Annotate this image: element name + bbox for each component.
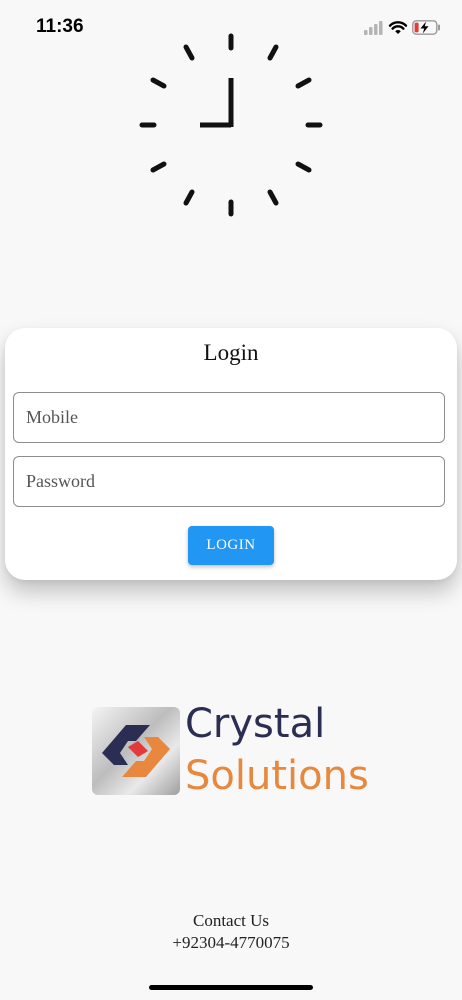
login-card: Login LOGIN <box>5 328 457 580</box>
password-input[interactable] <box>14 457 444 506</box>
contact-label: Contact Us <box>192 911 270 930</box>
status-icons <box>364 18 444 38</box>
contact-phone[interactable]: +92304-4770075 <box>0 932 462 954</box>
login-screen: 11:36 Login Mobile LOGIN Crystal Solutio… <box>0 0 462 1000</box>
logo-text-solutions: Solutions <box>185 753 369 799</box>
mobile-input[interactable] <box>14 393 444 442</box>
status-time: 11:36 <box>36 16 84 37</box>
home-indicator[interactable] <box>149 985 313 990</box>
login-button[interactable]: LOGIN <box>188 526 274 565</box>
crystal-solutions-logo-icon <box>92 707 180 795</box>
password-field[interactable] <box>13 456 445 507</box>
cellular-signal-icon <box>364 21 383 35</box>
mobile-field[interactable] <box>13 392 445 443</box>
company-logo: Crystal Solutions <box>92 701 382 799</box>
battery-charging-icon <box>412 20 440 35</box>
logo-text-crystal: Crystal <box>185 701 326 747</box>
clock-loader-icon <box>136 30 326 220</box>
login-title: Login <box>203 340 259 365</box>
contact-section: Contact Us +92304-4770075 <box>0 910 462 954</box>
wifi-icon <box>388 21 408 34</box>
